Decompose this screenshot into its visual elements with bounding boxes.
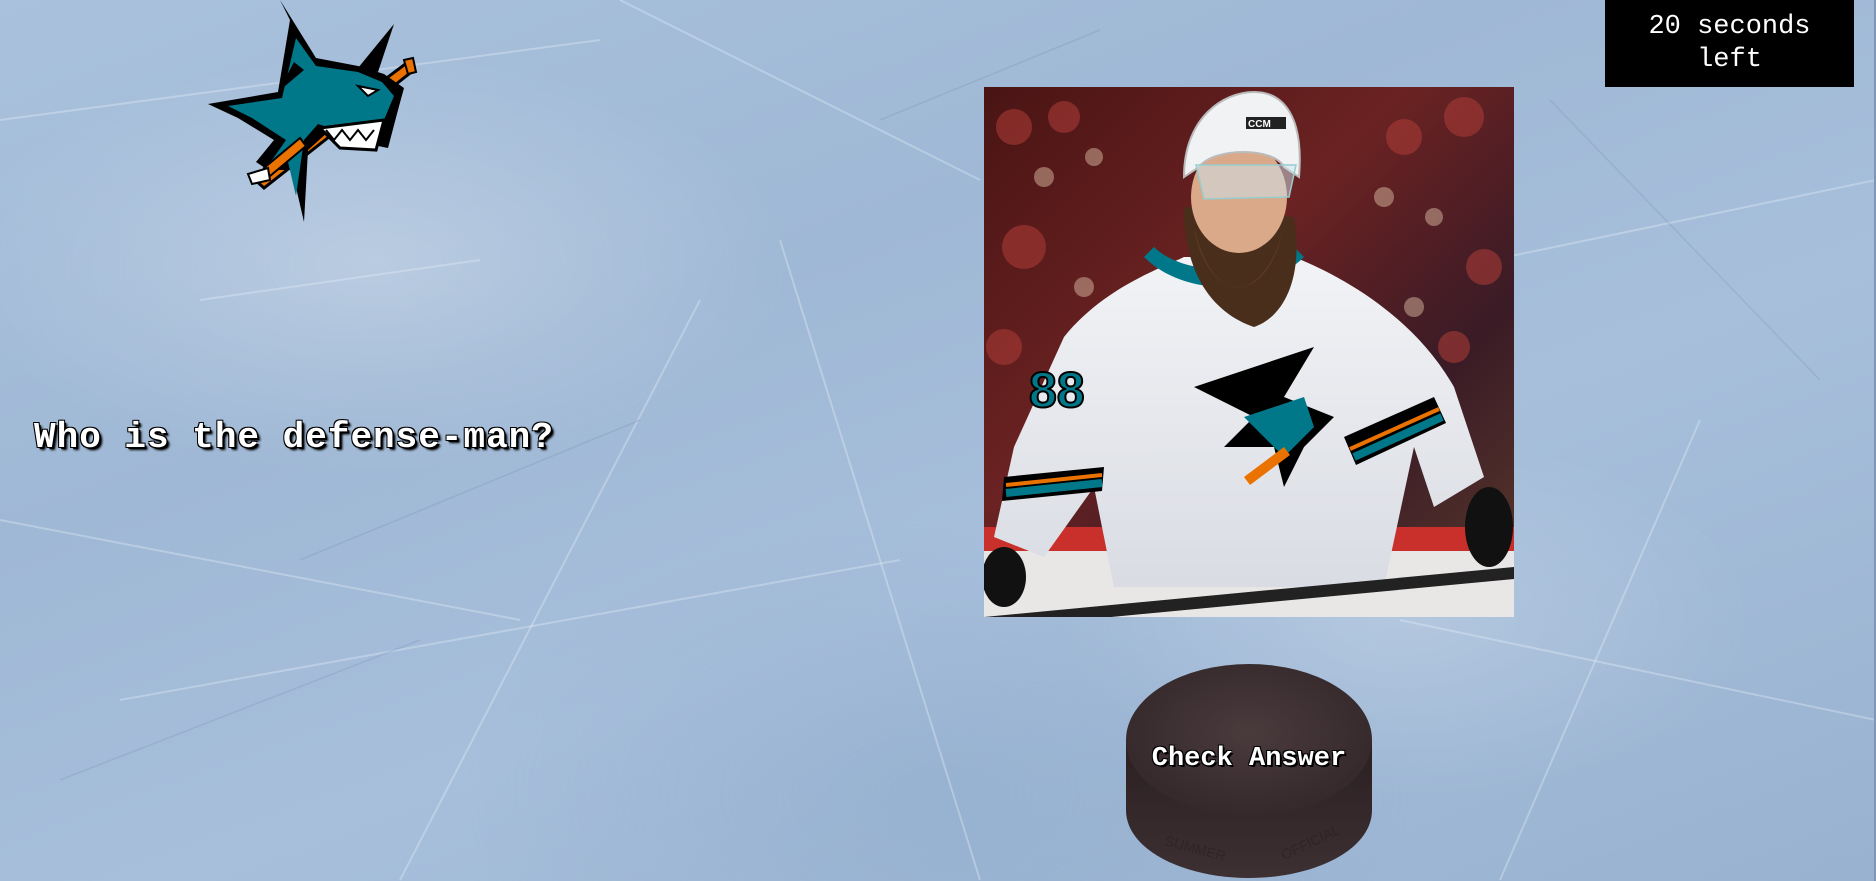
countdown-timer: 20 seconds left bbox=[1605, 0, 1854, 87]
svg-text:88: 88 bbox=[1029, 362, 1085, 418]
svg-text:CCM: CCM bbox=[1248, 119, 1271, 130]
question-text: Who is the defense-man? bbox=[34, 417, 554, 458]
check-answer-label: Check Answer bbox=[1151, 744, 1347, 774]
check-answer-button[interactable]: SUMMER OFFICIAL Check Answer bbox=[1124, 660, 1374, 880]
shark-logo-icon bbox=[208, 0, 418, 222]
timer-text: 20 seconds left bbox=[1648, 11, 1811, 75]
player-photo: 88 CCM bbox=[984, 87, 1514, 617]
